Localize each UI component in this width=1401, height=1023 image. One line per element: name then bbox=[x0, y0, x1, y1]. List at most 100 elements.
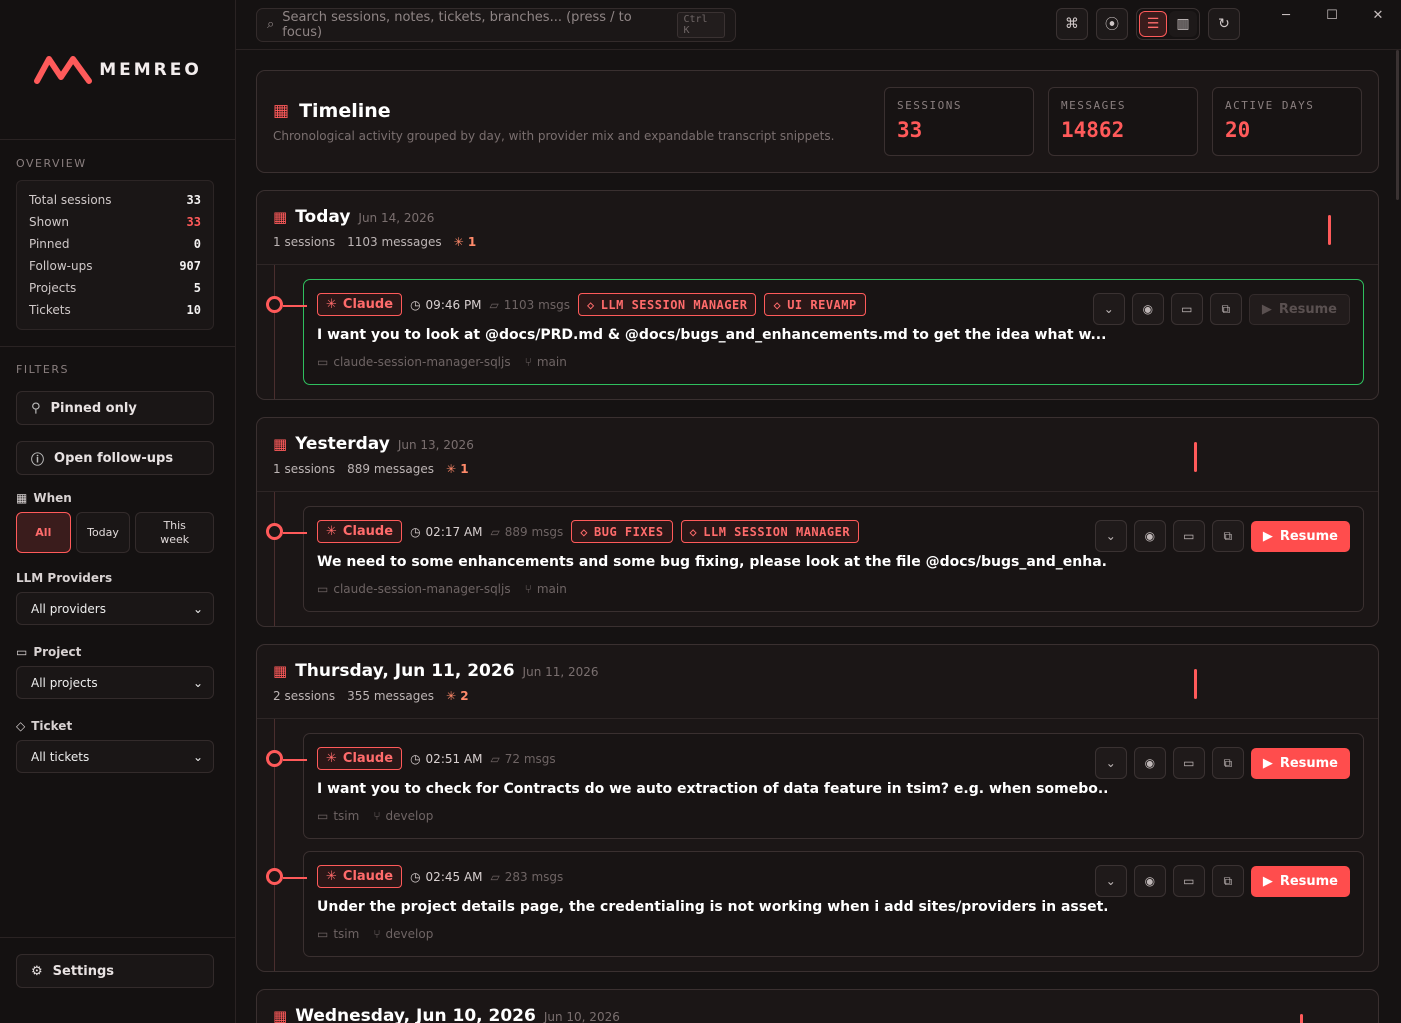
resume-button[interactable]: ▶ Resume bbox=[1250, 865, 1350, 897]
close-icon[interactable]: ✕ bbox=[1355, 0, 1401, 30]
project-name: tsim bbox=[333, 927, 360, 941]
git-branch-icon: ⑂ bbox=[373, 809, 381, 823]
pinned-only-label: Pinned only bbox=[50, 400, 137, 416]
chart-view-icon[interactable]: ▥ bbox=[1169, 11, 1197, 37]
branch-name: develop bbox=[385, 927, 434, 941]
view-eye-icon[interactable]: ◉ bbox=[1133, 520, 1166, 552]
topbar: ⌕ Search sessions, notes, tickets, branc… bbox=[236, 0, 1401, 50]
stat-value: 0 bbox=[193, 237, 201, 251]
message-count: ▱ 72 msgs bbox=[491, 752, 556, 766]
view-eye-icon[interactable]: ◉ bbox=[1131, 293, 1164, 325]
claude-icon: ✳ bbox=[446, 462, 461, 476]
copy-icon[interactable]: ⧉ bbox=[1209, 293, 1242, 325]
provider-badge: ✳ Claude bbox=[317, 293, 403, 316]
when-segmented: All Today This week bbox=[16, 512, 215, 553]
kpi-card: SESSIONS 33 bbox=[884, 87, 1034, 156]
ticket-label: ◇ Ticket bbox=[0, 719, 235, 733]
command-icon[interactable]: ⌘ bbox=[1056, 8, 1088, 40]
timeline-header: ▦ Timeline Chronological activity groupe… bbox=[256, 70, 1379, 173]
open-folder-icon[interactable]: ▭ bbox=[1172, 520, 1205, 552]
resume-button[interactable]: ▶ Resume bbox=[1250, 747, 1350, 779]
alert-circle-icon: ⓘ bbox=[31, 452, 45, 468]
session-card[interactable]: ✳ Claude ◷ 09:46 PM ▱ 1103 msgs ◇ LLM SESSION M… bbox=[266, 279, 1364, 385]
settings-label: Settings bbox=[52, 963, 115, 979]
ticket-select[interactable]: All tickets ⌄ bbox=[16, 740, 214, 773]
expand-chevron-icon[interactable]: ⌄ bbox=[1094, 520, 1127, 552]
maximize-icon[interactable]: ☐ bbox=[1309, 0, 1355, 30]
expand-chevron-icon[interactable]: ⌄ bbox=[1094, 865, 1127, 897]
pinned-only-button[interactable]: ⚲ Pinned only bbox=[16, 391, 214, 425]
branch-name: main bbox=[536, 582, 567, 596]
session-meta: ✳ Claude ◷ 09:46 PM ▱ 1103 msgs ◇ LLM SESSION M… bbox=[317, 293, 866, 316]
copy-icon[interactable]: ⧉ bbox=[1211, 520, 1244, 552]
session-card[interactable]: ✳ Claude ◷ 02:45 AM ▱ 283 msgs Under the proje… bbox=[266, 851, 1364, 957]
provider-name: Claude bbox=[342, 869, 394, 884]
session-card[interactable]: ✳ Claude ◷ 02:51 AM ▱ 72 msgs I want you to ch… bbox=[266, 733, 1364, 839]
copy-icon[interactable]: ⧉ bbox=[1211, 747, 1244, 779]
project-select[interactable]: All projects ⌄ bbox=[16, 666, 214, 699]
provider-count: 2 bbox=[460, 689, 469, 703]
session-prompt: I want you to check for Contracts do we … bbox=[317, 781, 1107, 797]
session-time-text: 09:46 PM bbox=[425, 297, 482, 312]
brand-logo: MEMREO bbox=[0, 0, 235, 140]
session-list: ✳ Claude ◷ 09:46 PM ▱ 1103 msgs ◇ LLM SESSION M… bbox=[257, 265, 1378, 399]
view-eye-icon[interactable]: ◉ bbox=[1133, 865, 1166, 897]
open-folder-icon[interactable]: ▭ bbox=[1172, 747, 1205, 779]
overview-stats: Total sessions 33 Shown 33 Pinned 0 Follow-ups… bbox=[16, 180, 214, 330]
ticket-tag[interactable]: ◇ BUG FIXES bbox=[571, 520, 673, 543]
open-followups-button[interactable]: ⓘ Open follow-ups bbox=[16, 441, 214, 475]
day-header[interactable]: ▦ Yesterday Jun 13, 2026 1 sessions 889 mess… bbox=[257, 418, 1378, 492]
broadcast-icon[interactable]: ⦿ bbox=[1096, 8, 1128, 40]
day-header[interactable]: ▦ Thursday, Jun 11, 2026 Jun 11, 2026 2 ses… bbox=[257, 645, 1378, 719]
refresh-icon[interactable]: ↻ bbox=[1208, 8, 1240, 40]
day-header[interactable]: ▦ Today Jun 14, 2026 1 sessions 1103 message… bbox=[257, 191, 1378, 265]
clock-icon: ◷ bbox=[410, 297, 421, 312]
day-group: ▦ Thursday, Jun 11, 2026 Jun 11, 2026 2 ses… bbox=[256, 644, 1379, 972]
project-name: claude-session-manager-sqljs bbox=[333, 355, 511, 369]
ticket-tag[interactable]: ◇ LLM SESSION MANAGER bbox=[577, 293, 757, 316]
branch-ref: ⑂ develop bbox=[373, 809, 433, 823]
when-all-button[interactable]: All bbox=[16, 512, 71, 553]
view-toggle: ☰ ▥ bbox=[1136, 8, 1200, 40]
ticket-tag-label: LLM SESSION MANAGER bbox=[703, 524, 851, 539]
ticket-tag[interactable]: ◇ LLM SESSION MANAGER bbox=[680, 520, 860, 543]
open-folder-icon[interactable]: ▭ bbox=[1172, 865, 1205, 897]
provider-count: 1 bbox=[460, 462, 469, 476]
open-folder-icon[interactable]: ▭ bbox=[1170, 293, 1203, 325]
expand-chevron-icon[interactable]: ⌄ bbox=[1092, 293, 1125, 325]
minimize-icon[interactable]: ─ bbox=[1263, 0, 1309, 30]
session-prompt: We need to some enhancements and some bu… bbox=[317, 554, 1107, 570]
session-context: ▭ tsim ⑂ develop bbox=[317, 927, 433, 941]
day-date: Jun 11, 2026 bbox=[522, 665, 599, 679]
stat-row: Pinned 0 bbox=[29, 233, 201, 255]
day-header[interactable]: ▦ Wednesday, Jun 10, 2026 Jun 10, 2026 bbox=[257, 990, 1378, 1023]
branch-ref: ⑂ main bbox=[525, 355, 567, 369]
day-message-count: 355 messages bbox=[347, 689, 435, 703]
session-time: ◷ 02:45 AM bbox=[410, 870, 482, 884]
view-eye-icon[interactable]: ◉ bbox=[1133, 747, 1166, 779]
resume-button[interactable]: ▶ Resume bbox=[1248, 293, 1350, 325]
when-week-button[interactable]: This week bbox=[135, 512, 215, 553]
session-card[interactable]: ✳ Claude ◷ 02:17 AM ▱ 889 msgs ◇ BUG FIXES ◇ LLM … bbox=[266, 506, 1364, 612]
provider-name: Claude bbox=[342, 751, 394, 766]
page-title: ▦ Timeline bbox=[273, 100, 391, 122]
page-title-text: Timeline bbox=[299, 100, 391, 122]
search-input[interactable]: Search sessions, notes, tickets, branche… bbox=[282, 10, 669, 40]
list-view-icon[interactable]: ☰ bbox=[1139, 11, 1167, 37]
settings-button[interactable]: ⚙ Settings bbox=[16, 954, 214, 988]
gear-icon: ⚙ bbox=[31, 963, 43, 979]
when-today-button[interactable]: Today bbox=[75, 512, 131, 553]
scrollbar[interactable] bbox=[1396, 50, 1399, 200]
copy-icon[interactable]: ⧉ bbox=[1211, 865, 1244, 897]
resume-button[interactable]: ▶ Resume bbox=[1250, 520, 1350, 552]
calendar-icon: ▦ bbox=[16, 491, 28, 505]
session-time-text: 02:17 AM bbox=[425, 524, 483, 539]
search-box[interactable]: ⌕ Search sessions, notes, tickets, branc… bbox=[256, 7, 736, 42]
page-subtitle: Chronological activity grouped by day, w… bbox=[273, 129, 835, 143]
when-label-text: When bbox=[33, 491, 72, 505]
ticket-tag[interactable]: ◇ UI REVAMP bbox=[764, 293, 866, 316]
providers-select[interactable]: All providers ⌄ bbox=[16, 592, 214, 625]
ticket-tag-label: UI REVAMP bbox=[787, 297, 857, 312]
expand-chevron-icon[interactable]: ⌄ bbox=[1094, 747, 1127, 779]
tag-icon: ◇ bbox=[580, 524, 589, 539]
